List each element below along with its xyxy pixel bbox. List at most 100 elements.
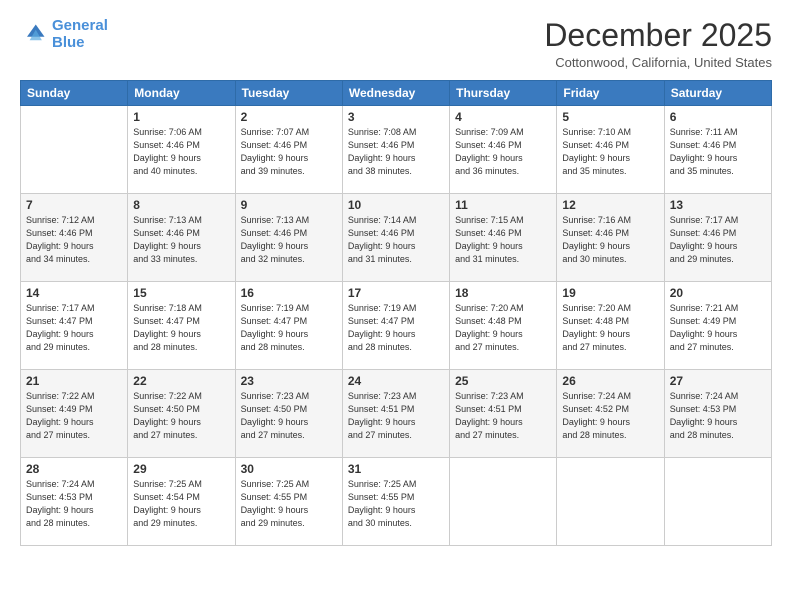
calendar-cell: 25Sunrise: 7:23 AM Sunset: 4:51 PM Dayli… [450,370,557,458]
day-info: Sunrise: 7:11 AM Sunset: 4:46 PM Dayligh… [670,126,766,178]
calendar-cell: 27 Sunrise: 7:24 AM Sunset: 4:53 PM Dayli… [664,370,771,458]
calendar-cell: 18 Sunrise: 7:20 AM Sunset: 4:48 PM Dayli… [450,282,557,370]
calendar-cell: 15 Sunrise: 7:18 AM Sunset: 4:47 PM Dayli… [128,282,235,370]
day-info: Sunrise: 7:18 AM Sunset: 4:47 PM Dayligh… [133,302,229,354]
month-title: December 2025 [544,18,772,53]
day-info: Sunrise: 7:14 AM Sunset: 4:46 PM Dayligh… [348,214,444,266]
calendar-cell: 26 Sunrise: 7:24 AM Sunset: 4:52 PM Dayli… [557,370,664,458]
day-number: 15 [133,286,229,300]
day-number: 28 [26,462,122,476]
day-info: Sunrise: 7:12 AM Sunset: 4:46 PM Dayligh… [26,214,122,266]
day-number: 5 [562,110,658,124]
day-info: Sunrise: 7:13 AM Sunset: 4:46 PM Dayligh… [133,214,229,266]
day-info: Sunrise: 7:24 AM Sunset: 4:53 PM Dayligh… [670,390,766,442]
day-info: Sunrise: 7:16 AM Sunset: 4:46 PM Dayligh… [562,214,658,266]
day-info: Sunrise: 7:20 AM Sunset: 4:48 PM Dayligh… [562,302,658,354]
day-number: 6 [670,110,766,124]
day-info: Sunrise: 7:23 AM Sunset: 4:50 PM Dayligh… [241,390,337,442]
day-number: 16 [241,286,337,300]
calendar-cell: 28Sunrise: 7:24 AM Sunset: 4:53 PM Dayli… [21,458,128,546]
day-number: 29 [133,462,229,476]
day-number: 10 [348,198,444,212]
calendar-cell: 6 Sunrise: 7:11 AM Sunset: 4:46 PM Daylig… [664,106,771,194]
calendar-cell: 22 Sunrise: 7:22 AM Sunset: 4:50 PM Dayli… [128,370,235,458]
calendar-cell: 11 Sunrise: 7:15 AM Sunset: 4:46 PM Dayli… [450,194,557,282]
calendar-week-row: 21Sunrise: 7:22 AM Sunset: 4:49 PM Dayli… [21,370,772,458]
day-number: 7 [26,198,122,212]
day-number: 13 [670,198,766,212]
page: General Blue December 2025 Cottonwood, C… [0,0,792,612]
calendar-cell: 9 Sunrise: 7:13 AM Sunset: 4:46 PM Daylig… [235,194,342,282]
calendar-cell: 19 Sunrise: 7:20 AM Sunset: 4:48 PM Dayli… [557,282,664,370]
day-number: 4 [455,110,551,124]
calendar-day-header: Wednesday [342,81,449,106]
calendar-cell: 10 Sunrise: 7:14 AM Sunset: 4:46 PM Dayli… [342,194,449,282]
day-info: Sunrise: 7:22 AM Sunset: 4:50 PM Dayligh… [133,390,229,442]
calendar-cell: 2 Sunrise: 7:07 AM Sunset: 4:46 PM Daylig… [235,106,342,194]
day-number: 17 [348,286,444,300]
calendar-week-row: 7 Sunrise: 7:12 AM Sunset: 4:46 PM Daylig… [21,194,772,282]
day-number: 14 [26,286,122,300]
day-info: Sunrise: 7:17 AM Sunset: 4:46 PM Dayligh… [670,214,766,266]
day-info: Sunrise: 7:21 AM Sunset: 4:49 PM Dayligh… [670,302,766,354]
calendar-day-header: Saturday [664,81,771,106]
day-number: 11 [455,198,551,212]
calendar-cell: 1Sunrise: 7:06 AM Sunset: 4:46 PM Daylig… [128,106,235,194]
day-number: 9 [241,198,337,212]
calendar-cell [450,458,557,546]
calendar-table: SundayMondayTuesdayWednesdayThursdayFrid… [20,80,772,546]
calendar-day-header: Friday [557,81,664,106]
calendar-cell: 31Sunrise: 7:25 AM Sunset: 4:55 PM Dayli… [342,458,449,546]
calendar-cell: 3 Sunrise: 7:08 AM Sunset: 4:46 PM Daylig… [342,106,449,194]
calendar-cell: 5Sunrise: 7:10 AM Sunset: 4:46 PM Daylig… [557,106,664,194]
logo-line1: General [52,17,108,34]
day-number: 8 [133,198,229,212]
day-info: Sunrise: 7:17 AM Sunset: 4:47 PM Dayligh… [26,302,122,354]
day-number: 2 [241,110,337,124]
location: Cottonwood, California, United States [544,55,772,70]
logo-line2: Blue [52,34,85,51]
day-number: 12 [562,198,658,212]
day-number: 26 [562,374,658,388]
calendar-cell: 14 Sunrise: 7:17 AM Sunset: 4:47 PM Dayli… [21,282,128,370]
day-number: 19 [562,286,658,300]
logo: General Blue [20,18,108,51]
calendar-cell: 20 Sunrise: 7:21 AM Sunset: 4:49 PM Dayli… [664,282,771,370]
day-info: Sunrise: 7:19 AM Sunset: 4:47 PM Dayligh… [241,302,337,354]
calendar-week-row: 1Sunrise: 7:06 AM Sunset: 4:46 PM Daylig… [21,106,772,194]
day-number: 20 [670,286,766,300]
day-number: 22 [133,374,229,388]
day-info: Sunrise: 7:15 AM Sunset: 4:46 PM Dayligh… [455,214,551,266]
day-info: Sunrise: 7:20 AM Sunset: 4:48 PM Dayligh… [455,302,551,354]
header: General Blue December 2025 Cottonwood, C… [20,18,772,70]
day-number: 27 [670,374,766,388]
calendar-cell [557,458,664,546]
day-number: 1 [133,110,229,124]
day-info: Sunrise: 7:13 AM Sunset: 4:46 PM Dayligh… [241,214,337,266]
calendar-day-header: Monday [128,81,235,106]
day-number: 31 [348,462,444,476]
calendar-cell: 24Sunrise: 7:23 AM Sunset: 4:51 PM Dayli… [342,370,449,458]
calendar-cell: 16 Sunrise: 7:19 AM Sunset: 4:47 PM Dayli… [235,282,342,370]
calendar-day-header: Thursday [450,81,557,106]
calendar-cell: 23Sunrise: 7:23 AM Sunset: 4:50 PM Dayli… [235,370,342,458]
calendar-cell [21,106,128,194]
day-number: 3 [348,110,444,124]
calendar-cell: 4 Sunrise: 7:09 AM Sunset: 4:46 PM Daylig… [450,106,557,194]
day-info: Sunrise: 7:08 AM Sunset: 4:46 PM Dayligh… [348,126,444,178]
calendar-cell: 17 Sunrise: 7:19 AM Sunset: 4:47 PM Dayli… [342,282,449,370]
day-info: Sunrise: 7:25 AM Sunset: 4:54 PM Dayligh… [133,478,229,530]
calendar-cell: 21Sunrise: 7:22 AM Sunset: 4:49 PM Dayli… [21,370,128,458]
calendar-cell [664,458,771,546]
day-info: Sunrise: 7:24 AM Sunset: 4:52 PM Dayligh… [562,390,658,442]
day-info: Sunrise: 7:09 AM Sunset: 4:46 PM Dayligh… [455,126,551,178]
calendar-cell: 12 Sunrise: 7:16 AM Sunset: 4:46 PM Dayli… [557,194,664,282]
title-block: December 2025 Cottonwood, California, Un… [544,18,772,70]
day-info: Sunrise: 7:19 AM Sunset: 4:47 PM Dayligh… [348,302,444,354]
calendar-week-row: 28Sunrise: 7:24 AM Sunset: 4:53 PM Dayli… [21,458,772,546]
calendar-day-header: Sunday [21,81,128,106]
day-info: Sunrise: 7:07 AM Sunset: 4:46 PM Dayligh… [241,126,337,178]
calendar-week-row: 14 Sunrise: 7:17 AM Sunset: 4:47 PM Dayli… [21,282,772,370]
day-number: 18 [455,286,551,300]
logo-icon [20,21,48,49]
